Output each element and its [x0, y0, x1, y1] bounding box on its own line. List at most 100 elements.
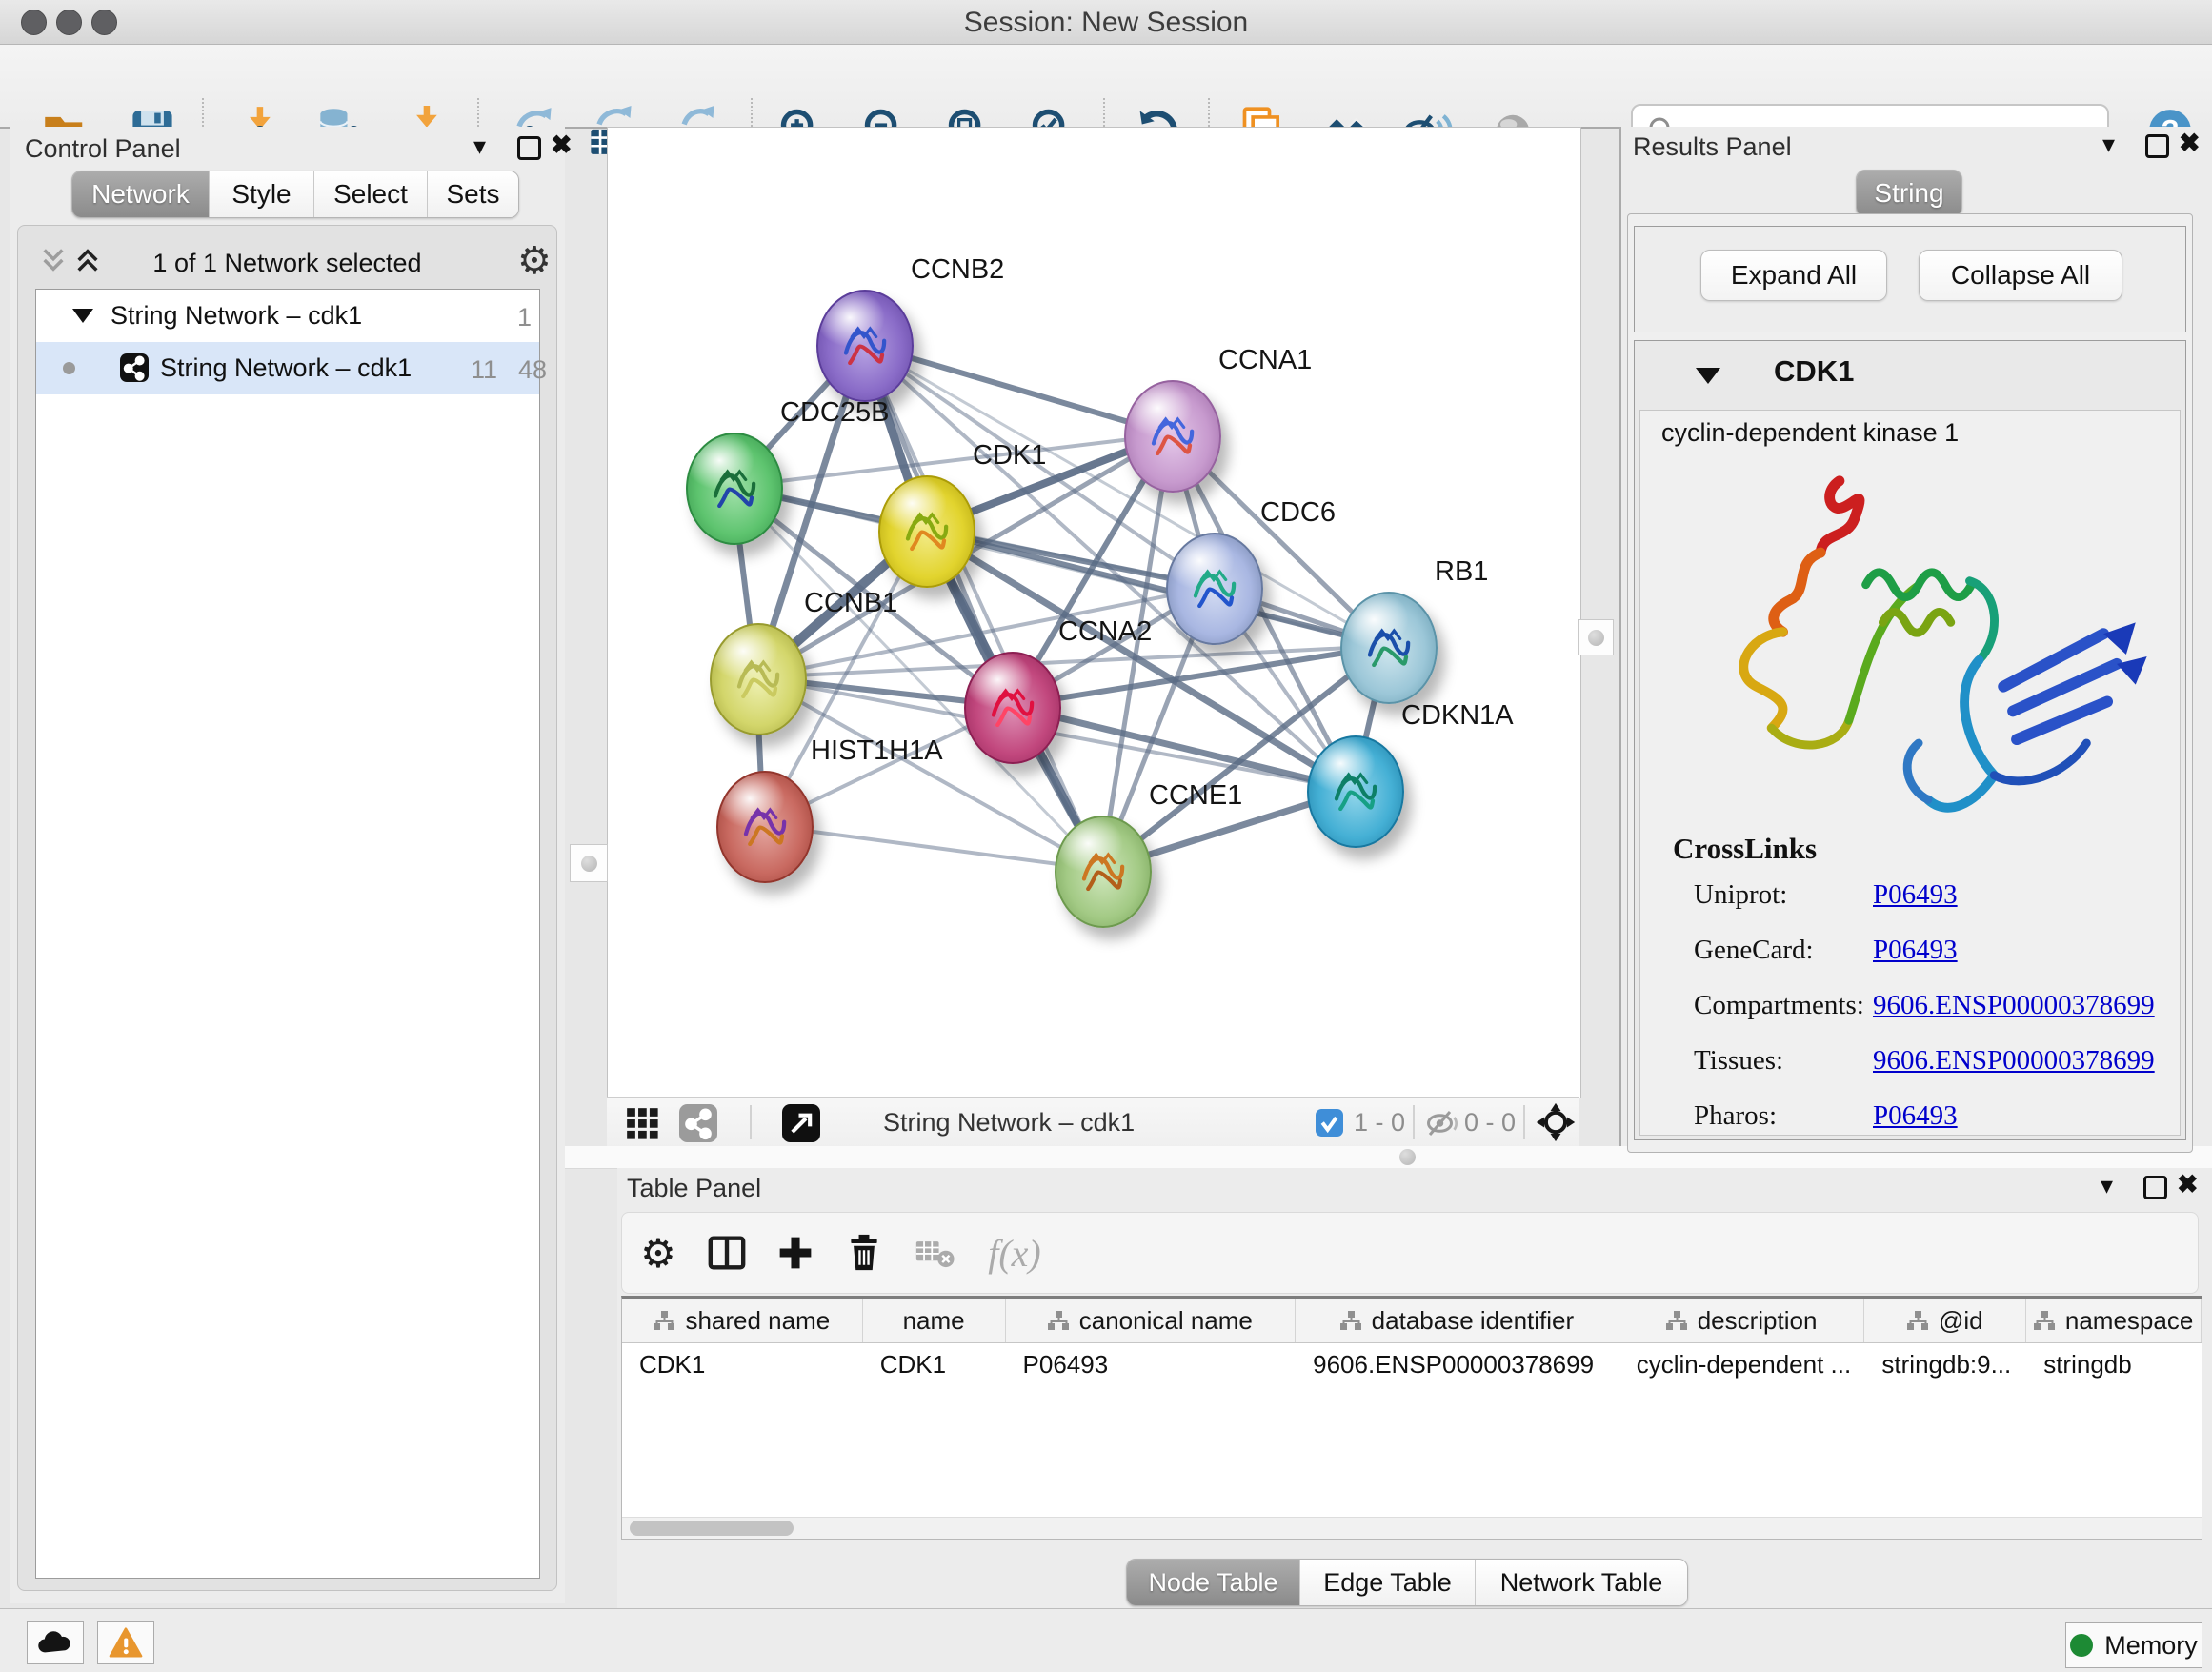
- table-tab-edge-table[interactable]: Edge Table: [1300, 1560, 1476, 1605]
- create-column-plus-icon[interactable]: [774, 1232, 816, 1274]
- column-header-namespace[interactable]: namespace: [2026, 1299, 2202, 1342]
- warning-status-button[interactable]: [97, 1621, 154, 1664]
- results-panel: Results Panel ▾ ✖ String Expand All Coll…: [1619, 127, 2212, 1146]
- network-tab-content: 1 of 1 Network selected ⚙ String Network…: [17, 225, 557, 1591]
- detach-view-icon[interactable]: [782, 1104, 820, 1142]
- column-header-database-identifier[interactable]: database identifier: [1296, 1299, 1619, 1342]
- tree-expander-icon[interactable]: [72, 309, 93, 323]
- status-bar: Memory: [0, 1608, 2212, 1672]
- panel-menu-icon[interactable]: ▾: [2101, 1176, 2113, 1195]
- cell-description[interactable]: cyclin-dependent ...: [1619, 1343, 1865, 1385]
- results-tab-string[interactable]: String: [1856, 170, 1962, 217]
- network-node-ccna1[interactable]: [1124, 380, 1221, 493]
- crosslink-link[interactable]: P06493: [1873, 1100, 1958, 1132]
- network-node-ccnb1[interactable]: [710, 623, 807, 735]
- table-row[interactable]: CDK1CDK1P064939606.ENSP00000378699cyclin…: [622, 1343, 2202, 1385]
- string-view-icon[interactable]: [679, 1104, 717, 1142]
- network-row-selected[interactable]: String Network – cdk1 11 48: [36, 342, 539, 394]
- panel-close-icon[interactable]: ✖: [2177, 1174, 2199, 1195]
- panel-float-icon[interactable]: [2145, 134, 2169, 158]
- function-builder-fx-icon: f(x): [976, 1232, 1053, 1274]
- node-label-hist1h1a: HIST1H1A: [811, 735, 943, 767]
- crosslink-link[interactable]: 9606.ENSP00000378699: [1873, 990, 2155, 1021]
- column-header-canonical-name[interactable]: canonical name: [1006, 1299, 1297, 1342]
- column-header-description[interactable]: description: [1619, 1299, 1865, 1342]
- network-options-gear-icon[interactable]: ⚙: [517, 239, 552, 283]
- node-structure-icon: [1072, 836, 1133, 907]
- right-splitter-handle[interactable]: [1578, 619, 1614, 655]
- cell-name[interactable]: CDK1: [863, 1343, 1006, 1385]
- collapse-all-button[interactable]: Collapse All: [1919, 250, 2122, 301]
- node-structure-icon: [1183, 554, 1244, 624]
- node-label-cdc6: CDC6: [1260, 497, 1336, 529]
- scrollbar-thumb[interactable]: [630, 1521, 794, 1536]
- grid-view-icon[interactable]: [624, 1105, 660, 1141]
- crosslink-link[interactable]: 9606.ENSP00000378699: [1873, 1045, 2155, 1077]
- node-structure-icon: [734, 792, 794, 862]
- panel-menu-icon[interactable]: ▾: [473, 136, 486, 155]
- table-tab-network-table[interactable]: Network Table: [1476, 1560, 1687, 1605]
- column-header--id[interactable]: @id: [1864, 1299, 2026, 1342]
- panel-float-icon[interactable]: [517, 136, 541, 160]
- selected-checkbox-icon[interactable]: [1316, 1109, 1343, 1137]
- memory-label: Memory: [2104, 1631, 2198, 1661]
- cell--id[interactable]: stringdb:9...: [1864, 1343, 2026, 1385]
- table-horizontal-scrollbar[interactable]: [622, 1517, 2202, 1539]
- network-node-rb1[interactable]: [1340, 592, 1438, 704]
- network-node-ccnb2[interactable]: [816, 290, 914, 402]
- node-label-ccna2: CCNA2: [1058, 616, 1152, 648]
- entry-expander-icon[interactable]: [1696, 368, 1720, 384]
- node-label-ccne1: CCNE1: [1149, 780, 1242, 812]
- memory-button[interactable]: Memory: [2065, 1622, 2202, 1668]
- control-panel-tab-network[interactable]: Network: [72, 171, 210, 217]
- column-label: canonical name: [1079, 1306, 1253, 1336]
- network-node-cdk1[interactable]: [878, 475, 975, 588]
- control-panel-tab-select[interactable]: Select: [314, 171, 428, 217]
- panel-menu-icon[interactable]: ▾: [2102, 134, 2115, 153]
- network-node-hist1h1a[interactable]: [716, 771, 814, 883]
- table-tab-node-table[interactable]: Node Table: [1127, 1560, 1300, 1605]
- string-network-icon: [120, 353, 149, 382]
- collection-count: 1: [490, 303, 532, 332]
- crosslink-link[interactable]: P06493: [1873, 879, 1958, 911]
- cloud-status-button[interactable]: [27, 1621, 84, 1664]
- network-edges: [608, 128, 1580, 1098]
- network-node-ccna2[interactable]: [964, 652, 1061, 764]
- panel-float-icon[interactable]: [2143, 1176, 2167, 1199]
- network-view-canvas[interactable]: CCNB2CCNA1CDC25BCDK1CDC6RB1CCNB1CCNA2CDK…: [607, 127, 1581, 1098]
- cell-canonical-name[interactable]: P06493: [1006, 1343, 1297, 1385]
- delete-table-icon-disabled: [914, 1232, 955, 1274]
- panel-close-icon[interactable]: ✖: [551, 134, 573, 155]
- node-structure-icon: [981, 673, 1042, 743]
- control-panel-tab-style[interactable]: Style: [210, 171, 314, 217]
- fit-selected-crosshair-icon[interactable]: [1535, 1101, 1577, 1143]
- control-panel-tab-sets[interactable]: Sets: [428, 171, 518, 217]
- network-node-cdc25b[interactable]: [686, 433, 783, 545]
- crosslink-label: Compartments:: [1694, 990, 1864, 1021]
- network-edge-count: 48: [505, 355, 547, 385]
- table-panel: Table Panel ▾ ✖ ⚙ f(x) shared namenameca…: [617, 1168, 2212, 1608]
- crosslink-link[interactable]: P06493: [1873, 935, 1958, 966]
- delete-column-trash-icon[interactable]: [843, 1232, 885, 1274]
- expand-all-button[interactable]: Expand All: [1700, 250, 1887, 301]
- node-structure-icon: [727, 644, 788, 715]
- title-bar: Session: New Session: [0, 0, 2212, 45]
- node-table: shared namename canonical name database id…: [621, 1296, 2202, 1540]
- column-header-name[interactable]: name: [863, 1299, 1006, 1342]
- network-node-cdc6[interactable]: [1166, 533, 1263, 645]
- panel-close-icon[interactable]: ✖: [2179, 132, 2201, 153]
- column-label: description: [1698, 1306, 1818, 1336]
- cell-namespace[interactable]: stringdb: [2026, 1343, 2202, 1385]
- network-collection-row[interactable]: String Network – cdk1 1: [36, 290, 539, 342]
- cell-database-identifier[interactable]: 9606.ENSP00000378699: [1296, 1343, 1619, 1385]
- column-label: database identifier: [1372, 1306, 1574, 1336]
- node-label-cdkn1a: CDKN1A: [1401, 700, 1514, 732]
- network-node-cdkn1a[interactable]: [1307, 735, 1404, 848]
- network-node-ccne1[interactable]: [1055, 816, 1152, 928]
- show-columns-icon[interactable]: [706, 1232, 748, 1274]
- column-tree-icon: [654, 1311, 675, 1331]
- cell-shared-name[interactable]: CDK1: [622, 1343, 863, 1385]
- table-settings-gear-icon[interactable]: ⚙: [637, 1232, 679, 1274]
- left-splitter-handle[interactable]: [570, 844, 608, 882]
- column-header-shared-name[interactable]: shared name: [622, 1299, 863, 1342]
